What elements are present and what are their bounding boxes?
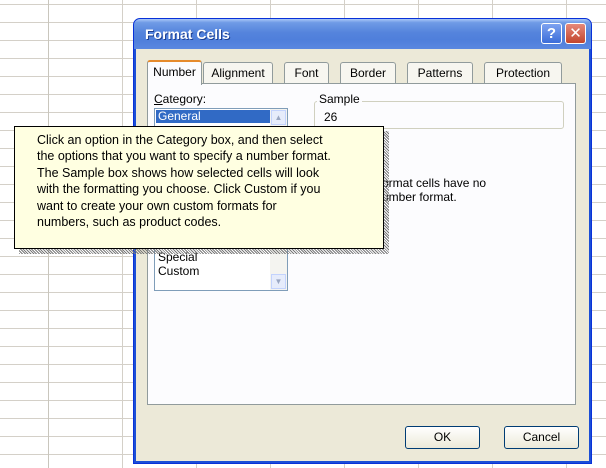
tooltip-line: want to create your own custom formats f…: [37, 198, 277, 213]
tooltip-line: numbers, such as product codes.: [37, 215, 222, 230]
scroll-down-icon[interactable]: ▼: [271, 274, 286, 289]
close-button[interactable]: ✕: [565, 23, 586, 44]
tab-protection[interactable]: Protection: [484, 62, 562, 84]
category-description: ormat cells have no umber format.: [382, 176, 487, 204]
sample-legend: Sample: [317, 92, 362, 106]
category-item-general[interactable]: General: [156, 110, 270, 123]
tab-number[interactable]: Number: [147, 60, 202, 85]
category-item-custom[interactable]: Custom: [156, 265, 270, 278]
tooltip-line: with the formatting you choose. Click Cu…: [37, 182, 321, 197]
help-button[interactable]: ?: [541, 23, 562, 44]
sample-value: 26: [324, 110, 338, 124]
category-label: Category:: [154, 92, 207, 106]
tab-font[interactable]: Font: [284, 62, 329, 84]
tab-patterns[interactable]: Patterns: [407, 62, 473, 84]
tab-border[interactable]: Border: [340, 62, 396, 84]
cancel-button[interactable]: Cancel: [504, 426, 579, 449]
title-bar[interactable]: Format Cells ? ✕: [134, 19, 591, 49]
dialog-title: Format Cells: [145, 26, 230, 42]
tab-alignment[interactable]: Alignment: [203, 62, 273, 84]
tooltip-line: The Sample box shows how selected cells …: [37, 165, 320, 180]
tooltip-line: Click an option in the Category box, and…: [37, 133, 323, 147]
whats-this-tooltip[interactable]: Click an option in the Category box, and…: [14, 126, 384, 249]
tooltip-line: the options that you want to specify a n…: [37, 149, 331, 164]
scroll-up-icon[interactable]: ▲: [271, 110, 286, 125]
ok-button[interactable]: OK: [405, 426, 480, 449]
